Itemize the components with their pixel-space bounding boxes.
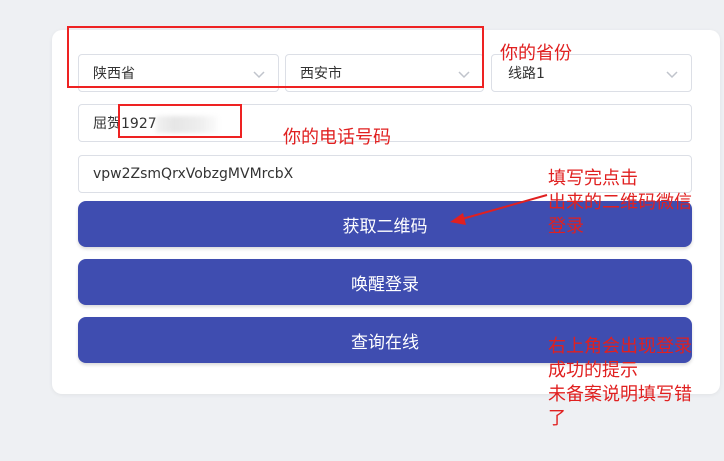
query-online-label: 查询在线 <box>351 332 419 353</box>
wake-login-label: 唤醒登录 <box>351 274 419 295</box>
success-annotation: 右上角会出现登录 成功的提示 未备案说明填写错 了 <box>548 336 692 429</box>
get-qrcode-label: 获取二维码 <box>342 216 428 237</box>
token-value: vpw2ZsmQrxVobzgMVMrcbX <box>93 166 294 182</box>
chevron-down-icon <box>666 71 678 79</box>
wake-login-button[interactable]: 唤醒登录 <box>78 259 692 305</box>
line-value: 线路1 <box>508 66 545 82</box>
province-annotation: 你的省份 <box>500 43 572 64</box>
province-highlight-box <box>67 26 484 88</box>
phone-annotation: 你的电话号码 <box>283 127 391 148</box>
phone-highlight-box <box>118 104 242 138</box>
qrcode-annotation: 填写完点击 出来的二维码微信 登录 <box>548 168 692 237</box>
